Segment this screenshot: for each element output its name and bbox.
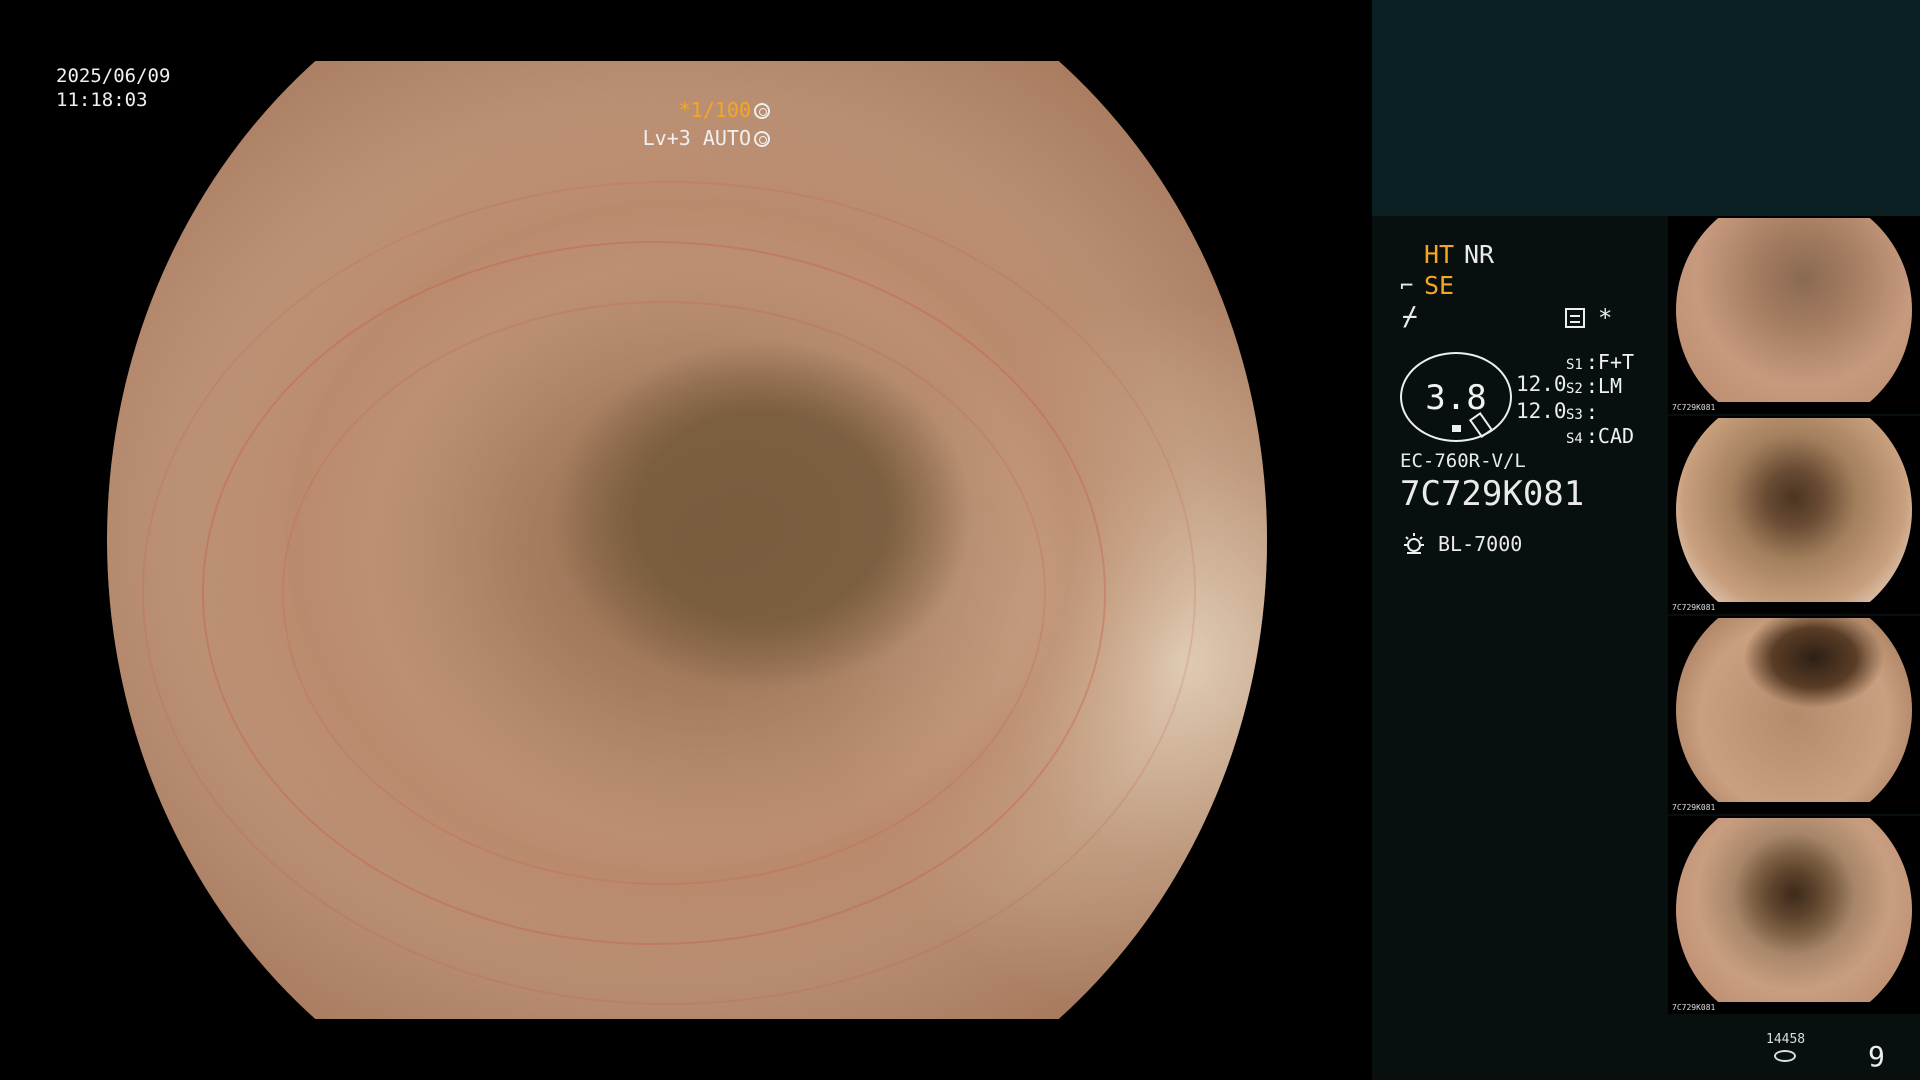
captured-thumbnail[interactable]: 7C729K081 — [1668, 816, 1920, 1014]
se-indicator: SE — [1424, 271, 1455, 300]
info-side-panel: HT NR ⌐ SE ⌿ * 3.8 12.0 12.0 S1:F+T S2:L… — [1372, 0, 1920, 1080]
shutter-speed: *1/100 — [678, 98, 751, 122]
switch-s1: S1:F+T — [1566, 350, 1635, 374]
parameter-value-top: 12.0 — [1516, 372, 1567, 396]
captured-thumbnail[interactable]: 7C729K081 — [1668, 416, 1920, 614]
zoom-value: 3.8 — [1425, 378, 1487, 418]
captured-thumbnail[interactable]: 7C729K081 — [1668, 216, 1920, 414]
light-source-icon — [1404, 533, 1424, 554]
thumbnail-image — [1676, 618, 1912, 802]
thumbnail-serial: 7C729K081 — [1672, 803, 1716, 812]
brightness-level: Lv+3 AUTO — [642, 126, 751, 150]
exam-time: 11:18:03 — [56, 89, 148, 111]
switch-label: F+T — [1597, 350, 1635, 374]
settings-info-column: HT NR ⌐ SE ⌿ * 3.8 12.0 12.0 S1:F+T S2:L… — [1372, 216, 1668, 1080]
switch-key: S4 — [1566, 431, 1583, 447]
asterisk-icon: * — [1598, 304, 1613, 332]
switch-key: S2 — [1566, 381, 1583, 397]
switch-label: LM — [1597, 374, 1622, 398]
storage-disk-icon — [1774, 1050, 1796, 1062]
zoom-indicator: 3.8 — [1400, 352, 1512, 442]
shutter-indicator: *1/100 — [679, 98, 770, 122]
captured-images-strip: 7C729K081 7C729K081 7C729K081 7C729K081 — [1668, 216, 1920, 1016]
thumbnail-image — [1676, 418, 1912, 602]
image-count: 9 — [1868, 1040, 1885, 1073]
main-endoscope-view: 2025/06/09 11:18:03 *1/100 Lv+3 AUTO — [0, 0, 1372, 1080]
endoscopy-screen: 2025/06/09 11:18:03 *1/100 Lv+3 AUTO HT … — [0, 0, 1920, 1080]
switch-s3: S3: — [1566, 400, 1598, 424]
nr-indicator: NR — [1464, 240, 1495, 269]
switch-label: CAD — [1597, 424, 1635, 448]
captured-thumbnail[interactable]: 7C729K081 — [1668, 616, 1920, 814]
ht-indicator: HT — [1424, 240, 1455, 269]
live-endoscope-image — [107, 61, 1267, 1019]
color-mode-icon: ⌿ — [1402, 302, 1418, 332]
parameter-value-bottom: 12.0 — [1516, 399, 1567, 423]
zoom-bar-icon — [1452, 425, 1461, 432]
scope-model: EC-760R-V/L — [1400, 450, 1526, 472]
switch-key: S1 — [1566, 357, 1583, 373]
switch-key: S3 — [1566, 407, 1583, 423]
structure-enhance-icon: ⌐ — [1400, 274, 1414, 299]
thumbnail-serial: 7C729K081 — [1672, 1003, 1716, 1012]
thumbnail-image — [1676, 818, 1912, 1002]
scope-serial: 7C729K081 — [1400, 474, 1585, 514]
light-source-model: BL-7000 — [1438, 532, 1523, 556]
switch-s4: S4:CAD — [1566, 424, 1635, 448]
exam-date: 2025/06/09 — [56, 65, 171, 87]
thumbnail-image — [1676, 218, 1912, 402]
thumbnail-serial: 7C729K081 — [1672, 403, 1716, 412]
panel-header-block — [1372, 0, 1920, 216]
shutter-icon — [754, 103, 770, 119]
brightness-indicator: Lv+3 AUTO — [643, 126, 770, 150]
auto-iris-icon — [754, 131, 770, 147]
storage-count: 14458 — [1766, 1032, 1806, 1047]
switch-s2: S2:LM — [1566, 374, 1622, 398]
thumbnail-serial: 7C729K081 — [1672, 603, 1716, 612]
settings-icon — [1565, 308, 1585, 328]
